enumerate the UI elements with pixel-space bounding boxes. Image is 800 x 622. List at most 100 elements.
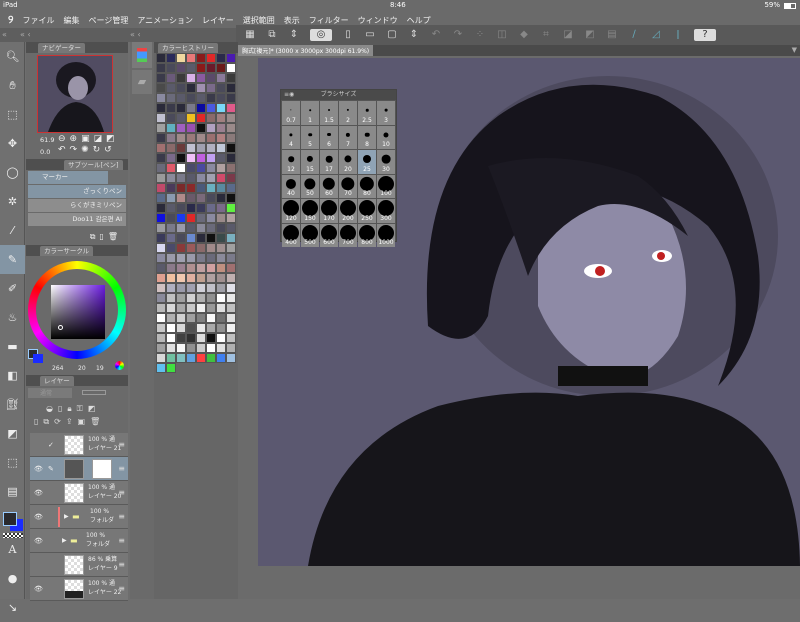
color-history-swatch[interactable] [166,283,176,293]
brush-item[interactable]: ざっくりペン [28,185,126,198]
color-history-swatch[interactable] [226,163,236,173]
color-history-swatch[interactable] [226,283,236,293]
menu-icon[interactable]: ≡ [118,536,125,545]
layer-lock-controls[interactable]: ◒▯🔒︎⚿◩ [46,404,100,414]
color-history-swatch[interactable] [186,143,196,153]
color-history-swatch[interactable] [216,353,226,363]
color-history-swatch[interactable] [166,273,176,283]
color-history-swatch[interactable] [196,83,206,93]
color-history-swatch[interactable] [176,313,186,323]
main-color-swatch[interactable] [3,512,17,526]
color-history-swatch[interactable] [206,163,216,173]
color-history-panel-icon[interactable] [132,42,152,68]
chevron-down-icon[interactable]: ▼ [792,46,797,54]
color-history-swatch[interactable] [196,183,206,193]
color-history-swatch[interactable] [166,303,176,313]
color-history-swatch[interactable] [216,193,226,203]
collapse-icon[interactable]: « ‹ [20,30,31,39]
color-history-swatch[interactable] [216,103,226,113]
menu-icon[interactable]: ≡ [118,584,125,593]
color-history-swatch[interactable] [196,193,206,203]
menu-layer[interactable]: レイヤー [202,15,234,26]
collapse-icon[interactable]: « [2,30,7,39]
document-tab[interactable]: 胸式[複元]* (3000 x 3000px 300dpi 61.9%) [238,45,374,56]
check-icon[interactable]: ✓ [48,441,54,449]
color-history-swatch[interactable] [216,313,226,323]
color-history-swatch[interactable] [166,113,176,123]
navigator-preview[interactable] [37,55,113,133]
brush-size-option[interactable]: 200 [339,199,357,223]
color-history-swatch[interactable] [206,83,216,93]
color-history-swatch[interactable] [176,273,186,283]
color-history-swatch[interactable] [186,63,196,73]
spiral-icon[interactable]: ◎ [310,29,332,41]
color-history-swatch[interactable] [156,183,166,193]
brush-size-option[interactable]: 400 [282,223,300,247]
blend-mode-select[interactable]: 通常 [28,388,72,398]
color-history-swatch[interactable] [206,63,216,73]
color-history-swatch[interactable] [166,123,176,133]
color-history-swatch[interactable] [186,313,196,323]
brush-item[interactable]: Doo11 감은편 AI [28,213,126,226]
color-history-swatch[interactable] [176,133,186,143]
ruler-icon[interactable]: ◿ [650,29,662,41]
menu-icon[interactable]: ≡ [118,440,125,449]
menu-icon[interactable]: ≡ [118,560,125,569]
color-history-swatch[interactable] [166,323,176,333]
brush-size-option[interactable]: 2.5 [358,101,376,125]
color-history-swatch[interactable] [216,303,226,313]
color-history-swatch[interactable] [216,53,226,63]
color-history-swatch[interactable] [196,353,206,363]
brush-size-option[interactable]: 700 [339,223,357,247]
color-history-swatch[interactable] [176,223,186,233]
color-history-swatch[interactable] [206,213,216,223]
color-history-swatch[interactable] [176,93,186,103]
color-history-swatch[interactable] [216,63,226,73]
color-history-swatch[interactable] [226,253,236,263]
color-history-swatch[interactable] [176,203,186,213]
color-history-swatch[interactable] [186,293,196,303]
color-history-swatch[interactable] [196,73,206,83]
color-history-swatch[interactable] [166,203,176,213]
color-history-swatch[interactable] [216,123,226,133]
color-history-swatch[interactable] [166,143,176,153]
brush-size-option[interactable]: 20 [339,150,357,174]
brush-size-option[interactable]: 5 [301,125,319,149]
color-history-swatch[interactable] [176,103,186,113]
rotate-controls[interactable]: ↶↷✺↻↺ [58,145,116,155]
color-history-swatch[interactable] [196,133,206,143]
color-history-swatch[interactable] [156,163,166,173]
color-history-swatch[interactable] [156,273,166,283]
color-history-swatch[interactable] [206,223,216,233]
color-history-swatch[interactable] [216,83,226,93]
color-history-swatch[interactable] [176,233,186,243]
layer-row[interactable]: 86 % 乗算 レイヤー 9 ≡ [30,553,128,577]
menu-page[interactable]: ページ管理 [88,15,128,26]
color-history-swatch[interactable] [206,123,216,133]
new-file-icon[interactable]: ▯ [342,29,354,41]
color-history-swatch[interactable] [216,243,226,253]
color-history-swatch[interactable] [186,53,196,63]
color-history-swatch[interactable] [206,293,216,303]
color-history-swatch[interactable] [196,113,206,123]
popup-menu-icon[interactable]: ≡◉ [284,90,294,100]
collapse-icon[interactable]: « ‹ [130,30,141,39]
auto-select-icon[interactable]: ✲ [0,187,25,216]
color-history-swatch[interactable] [206,343,216,353]
help-icon[interactable]: ? [694,29,716,41]
brush-size-option[interactable]: 6 [320,125,338,149]
color-history-swatch[interactable] [176,143,186,153]
color-history-swatch[interactable] [216,93,226,103]
color-history-swatch[interactable] [186,173,196,183]
layer-row[interactable]: ✓ 100 % 通レイヤー 21 ≡ [30,433,128,457]
select-icon[interactable]: ⁘ [474,29,486,41]
color-history-swatch[interactable] [166,153,176,163]
color-history-swatch[interactable] [186,253,196,263]
menu-icon[interactable]: ≡ [118,464,125,473]
color-history-swatch[interactable] [216,163,226,173]
brush-size-option[interactable]: 10 [377,125,395,149]
color-history-swatch[interactable] [186,243,196,253]
canvas-icon[interactable]: ▢ [386,29,398,41]
color-history-swatch[interactable] [176,213,186,223]
brush-size-option[interactable]: 50 [301,174,319,198]
